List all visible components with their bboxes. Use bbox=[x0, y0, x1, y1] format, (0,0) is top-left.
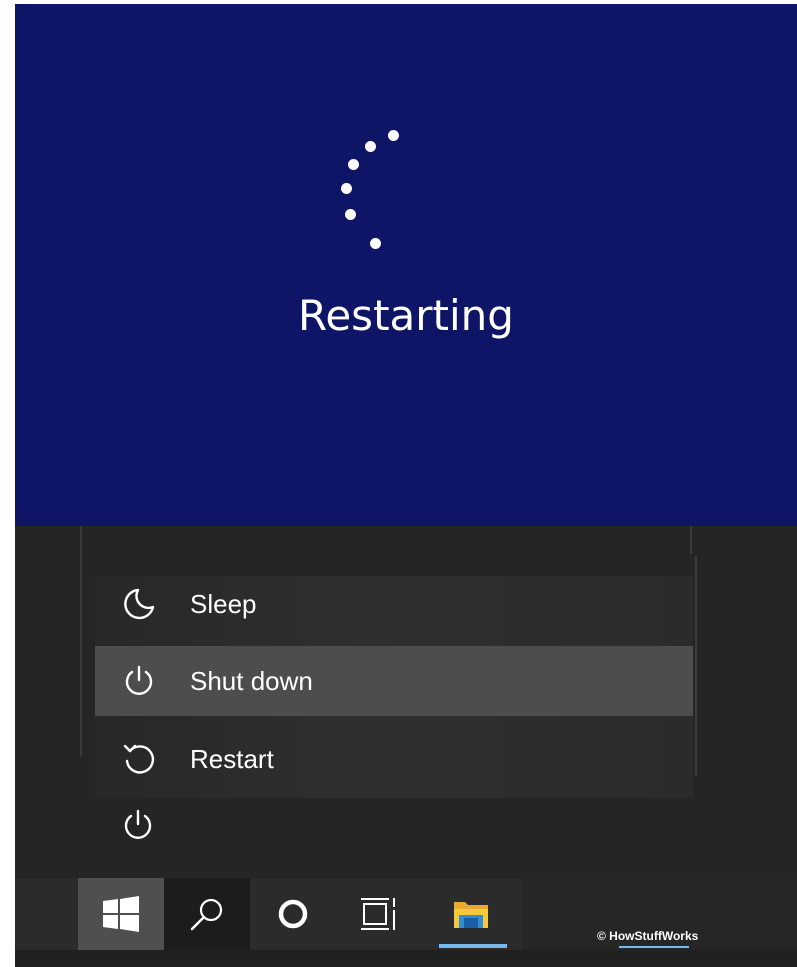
search-icon bbox=[187, 894, 227, 934]
power-button[interactable] bbox=[118, 805, 158, 845]
shut-down-label: Shut down bbox=[190, 665, 313, 696]
restart-icon bbox=[119, 739, 159, 779]
restart-label: Restart bbox=[190, 743, 274, 774]
start-button[interactable] bbox=[78, 878, 164, 950]
cortana-button[interactable] bbox=[250, 878, 336, 950]
file-explorer-button[interactable] bbox=[428, 878, 514, 950]
folder-icon bbox=[451, 894, 491, 934]
restart-screen: Restarting bbox=[15, 4, 797, 526]
loading-spinner-icon bbox=[15, 4, 797, 526]
menu-divider bbox=[695, 556, 697, 776]
sleep-label: Sleep bbox=[190, 588, 257, 619]
power-menu-item-restart[interactable]: Restart bbox=[95, 724, 693, 794]
windows-logo-icon bbox=[101, 894, 141, 934]
power-menu-item-shut-down[interactable]: Shut down bbox=[95, 646, 693, 716]
cortana-icon bbox=[275, 896, 311, 932]
power-icon bbox=[119, 661, 159, 701]
bottom-strip bbox=[15, 950, 797, 967]
menu-divider bbox=[690, 526, 692, 554]
task-view-button[interactable] bbox=[336, 878, 422, 950]
power-menu-item-sleep[interactable]: Sleep bbox=[95, 569, 693, 639]
restarting-status-text: Restarting bbox=[298, 291, 514, 340]
task-view-icon bbox=[359, 894, 399, 934]
moon-icon bbox=[119, 584, 159, 624]
search-button[interactable] bbox=[164, 878, 250, 950]
power-icon bbox=[120, 807, 156, 843]
active-app-indicator bbox=[439, 944, 507, 948]
menu-divider bbox=[80, 526, 82, 756]
watermark-text: © HowStuffWorks bbox=[597, 929, 699, 943]
watermark-underline bbox=[619, 946, 689, 948]
